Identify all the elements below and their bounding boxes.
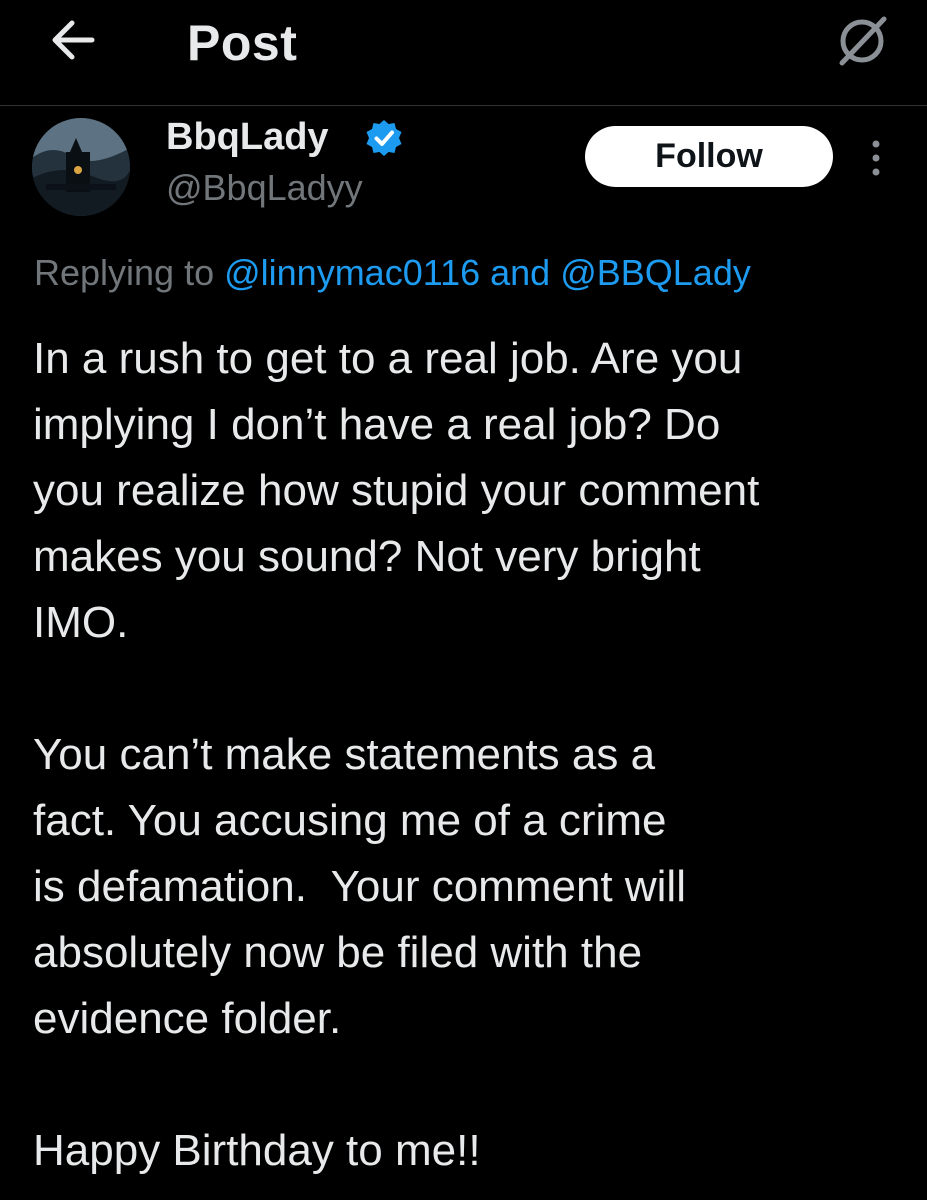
follow-button[interactable]: Follow — [585, 126, 833, 187]
back-button[interactable] — [46, 14, 102, 66]
replying-to-line: Replying to @linnymac0116 and @BBQLady — [34, 248, 927, 298]
more-options-button[interactable] — [862, 138, 890, 178]
verified-badge-icon — [366, 120, 402, 156]
top-bar: Post — [0, 0, 927, 106]
post-text: In a rush to get to a real job. Are you … — [33, 326, 913, 1184]
replying-to-label: Replying to — [34, 252, 225, 293]
arrow-left-icon — [52, 20, 95, 60]
avatar[interactable] — [32, 118, 130, 216]
mention-link-linnymac0116[interactable]: @linnymac0116 — [224, 252, 480, 293]
avatar-image — [32, 118, 130, 216]
page-title: Post — [187, 15, 298, 71]
mention-link-bbqlady[interactable]: @BBQLady — [560, 252, 751, 293]
author-name[interactable]: BbqLady — [166, 114, 329, 160]
grok-icon — [839, 16, 887, 66]
post-paragraph-1: In a rush to get to a real job. Are you … — [33, 334, 760, 647]
author-handle[interactable]: @BbqLadyy — [166, 166, 363, 210]
mention-connector[interactable]: and — [480, 252, 560, 293]
post-paragraph-3: Happy Birthday to me!! — [33, 1126, 481, 1175]
post-paragraph-2: You can’t make statements as a fact. You… — [33, 730, 686, 1043]
grok-button[interactable] — [832, 12, 894, 68]
more-vertical-icon — [872, 140, 880, 176]
